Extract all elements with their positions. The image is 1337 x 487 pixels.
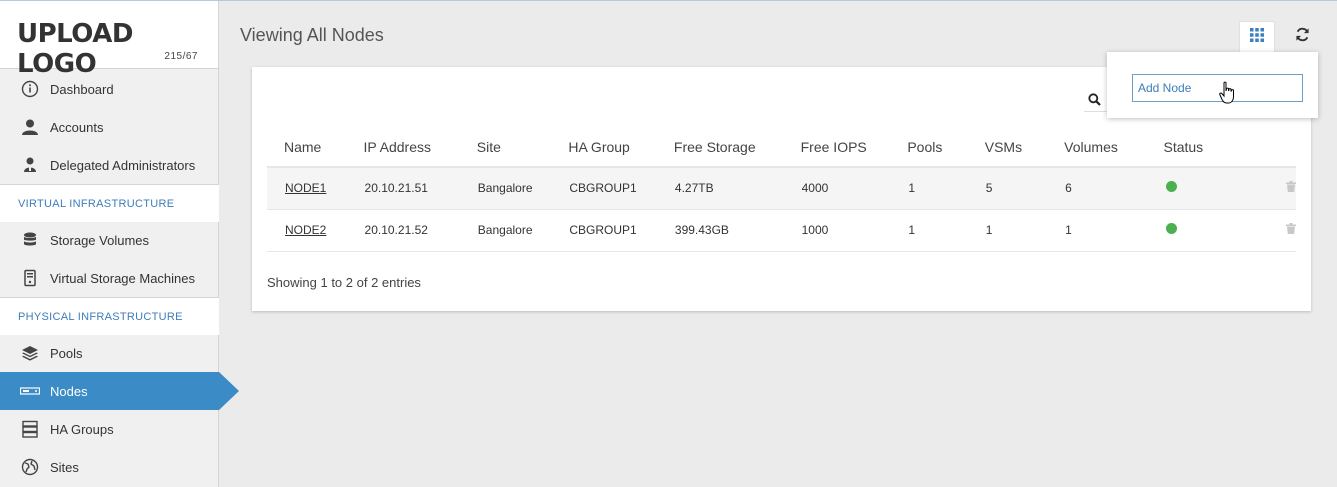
sidebar-item-label: HA Groups — [50, 421, 114, 437]
col-name[interactable]: Name — [267, 127, 347, 168]
user-icon — [20, 117, 40, 137]
logo-size: 215/67 — [164, 51, 198, 62]
sidebar-item-label: Dashboard — [50, 81, 114, 97]
table-row: NODE2 20.10.21.52 Bangalore CBGROUP1 399… — [267, 209, 1296, 252]
refresh-icon — [1295, 27, 1310, 47]
sidebar-item-dashboard[interactable]: Dashboard — [0, 70, 219, 108]
cell-site: Bangalore — [459, 167, 552, 210]
sidebar-item-label: Accounts — [50, 119, 104, 135]
table-header-row: Name IP Address Site HA Group Free Stora… — [267, 127, 1296, 168]
cell-free-iops: 1000 — [783, 209, 891, 252]
cell-ip: 20.10.21.51 — [346, 167, 460, 210]
trash-icon[interactable] — [1286, 223, 1296, 237]
col-ip-address[interactable]: IP Address — [346, 127, 460, 168]
sidebar-item-virtual-storage-machines[interactable]: Virtual Storage Machines — [0, 259, 219, 297]
sidebar-item-label: Storage Volumes — [50, 232, 150, 248]
trash-icon[interactable] — [1286, 181, 1296, 195]
sidebar-item-label: Delegated Administrators — [50, 157, 196, 173]
apps-menu-button[interactable] — [1239, 21, 1275, 53]
cell-ip: 20.10.21.52 — [346, 209, 460, 252]
grid-icon — [1249, 27, 1265, 48]
sidebar: UPLOAD LOGO 215/67 Dashboard Accounts De… — [0, 1, 239, 487]
cell-status — [1146, 209, 1226, 252]
cell-vsms: 1 — [967, 209, 1048, 252]
sidebar-item-label: Nodes — [50, 383, 88, 399]
cell-pools: 1 — [890, 209, 968, 252]
server-stack-icon — [20, 419, 40, 439]
sidebar-item-label: Sites — [50, 459, 79, 475]
cell-free-storage: 399.43GB — [656, 209, 784, 252]
table-info-text: Showing 1 to 2 of 2 entries — [267, 275, 421, 290]
cell-pools: 1 — [890, 167, 968, 210]
info-icon — [20, 79, 40, 99]
refresh-button[interactable] — [1284, 21, 1320, 53]
col-volumes[interactable]: Volumes — [1047, 127, 1147, 168]
section-physical-infrastructure: PHYSICAL INFRASTRUCTURE — [0, 297, 219, 335]
sidebar-item-sites[interactable]: Sites — [0, 448, 219, 486]
page-title: Viewing All Nodes — [240, 25, 384, 45]
sidebar-item-ha-groups[interactable]: HA Groups — [0, 410, 219, 448]
node-icon — [20, 381, 40, 401]
sidebar-item-nodes[interactable]: Nodes — [0, 372, 239, 410]
database-icon — [20, 230, 40, 250]
status-online-indicator — [1166, 223, 1178, 234]
sidebar-item-label: Pools — [50, 345, 83, 361]
add-node-menu-item[interactable]: Add Node — [1132, 74, 1303, 102]
col-pools[interactable]: Pools — [890, 127, 968, 168]
section-virtual-infrastructure: VIRTUAL INFRASTRUCTURE — [0, 184, 219, 222]
globe-icon — [20, 457, 40, 477]
layers-icon — [20, 343, 40, 363]
col-vsms[interactable]: VSMs — [967, 127, 1048, 168]
sidebar-item-storage-volumes[interactable]: Storage Volumes — [0, 221, 219, 259]
apps-dropdown-menu: Add Node — [1107, 52, 1318, 118]
users-icon — [20, 155, 40, 175]
logo[interactable]: UPLOAD LOGO 215/67 — [0, 1, 218, 79]
sidebar-item-label: Virtual Storage Machines — [50, 270, 196, 286]
hand-cursor-icon — [1219, 81, 1237, 110]
cell-free-storage: 4.27TB — [656, 167, 784, 210]
col-actions — [1226, 127, 1296, 168]
server-icon — [20, 268, 40, 288]
node-name-link[interactable]: NODE1 — [285, 181, 326, 195]
col-free-iops[interactable]: Free IOPS — [783, 127, 891, 168]
nodes-table: Name IP Address Site HA Group Free Stora… — [267, 127, 1296, 252]
col-ha-group[interactable]: HA Group — [551, 127, 657, 168]
cell-actions — [1226, 209, 1296, 252]
cell-ha-group: CBGROUP1 — [551, 209, 657, 252]
sidebar-item-delegated-administrators[interactable]: Delegated Administrators — [0, 146, 219, 184]
cell-vsms: 5 — [967, 167, 1048, 210]
col-status[interactable]: Status — [1146, 127, 1226, 168]
cell-status — [1146, 167, 1226, 210]
table-row: NODE1 20.10.21.51 Bangalore CBGROUP1 4.2… — [267, 167, 1296, 210]
search-icon[interactable] — [1088, 93, 1101, 111]
cell-ha-group: CBGROUP1 — [551, 167, 657, 210]
sidebar-item-pools[interactable]: Pools — [0, 334, 219, 372]
cell-volumes: 1 — [1047, 209, 1147, 252]
cell-free-iops: 4000 — [783, 167, 891, 210]
col-free-storage[interactable]: Free Storage — [656, 127, 784, 168]
node-name-link[interactable]: NODE2 — [285, 223, 326, 237]
cell-actions — [1226, 167, 1296, 210]
status-online-indicator — [1166, 181, 1178, 193]
cell-volumes: 6 — [1047, 167, 1147, 210]
sidebar-item-accounts[interactable]: Accounts — [0, 108, 219, 146]
col-site[interactable]: Site — [459, 127, 552, 168]
cell-site: Bangalore — [459, 209, 552, 252]
